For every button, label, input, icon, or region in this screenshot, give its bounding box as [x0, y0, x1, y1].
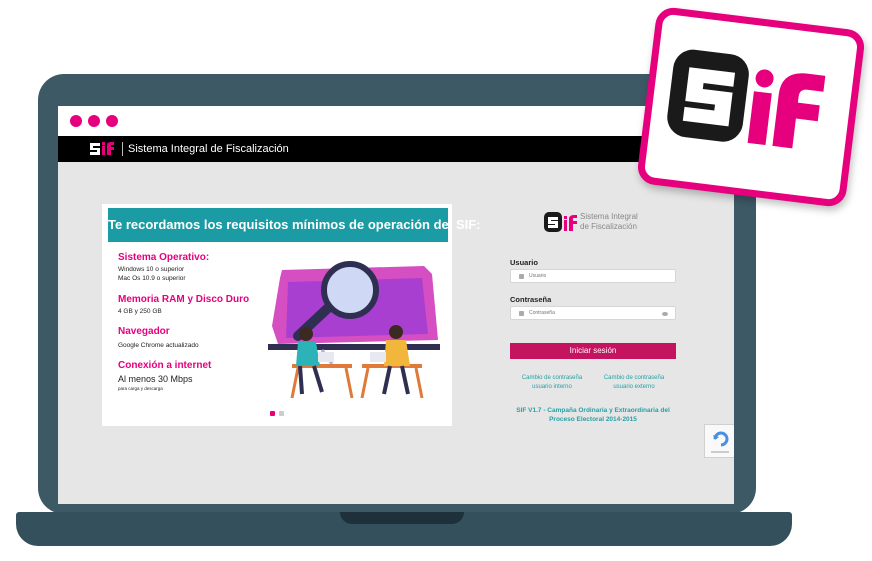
laptop-notch — [340, 512, 464, 524]
os-line-2: Mac Os 10.9 o superior — [118, 275, 186, 282]
internet-note: para carga y descarga — [118, 386, 163, 391]
ram-text: 4 GB y 250 GB — [118, 308, 162, 315]
login-brand-text: Sistema Integral de Fiscalización — [580, 212, 670, 232]
os-heading: Sistema Operativo: — [118, 252, 210, 263]
brand-line-1: Sistema Integral — [580, 212, 638, 221]
user-icon — [519, 274, 524, 279]
internet-heading: Conexión a internet — [118, 360, 212, 371]
window-dot-icon[interactable] — [70, 115, 82, 127]
recaptcha-badge[interactable] — [704, 424, 734, 458]
internet-text: Al menos 30 Mbps — [118, 374, 193, 384]
workstation-illustration — [268, 261, 440, 398]
window-dot-icon[interactable] — [106, 115, 118, 127]
password-input[interactable] — [510, 306, 676, 320]
login-button[interactable]: Iniciar sesión — [510, 343, 676, 359]
app-title: Sistema Integral de Fiscalización — [128, 143, 289, 155]
sif-logo-icon — [667, 49, 826, 149]
requirements-card: Te recordamos los requisitos mínimos de … — [102, 204, 481, 426]
lock-icon — [519, 311, 524, 316]
eye-icon[interactable] — [662, 312, 668, 316]
header-separator — [122, 142, 123, 156]
app-header: Sistema Integral de Fiscalización — [58, 136, 734, 162]
laptop-screen: Sistema Integral de Fiscalización Te rec… — [58, 106, 734, 504]
requirements-banner: Te recordamos los requisitos mínimos de … — [108, 208, 481, 242]
carousel-pager[interactable] — [270, 409, 294, 417]
window-dot-icon[interactable] — [88, 115, 100, 127]
browser-heading: Navegador — [118, 326, 170, 337]
browser-text: Google Chrome actualizado — [118, 342, 199, 349]
browser-chrome — [58, 106, 734, 136]
system-version-footer: SIF V1.7 - Campaña Ordinaria y Extraordi… — [516, 407, 670, 423]
sif-sticker-logo — [635, 5, 867, 209]
carousel-dot[interactable] — [279, 411, 284, 416]
sif-logo-icon — [544, 212, 577, 232]
brand-line-2: de Fiscalización — [580, 222, 637, 231]
recaptcha-icon — [711, 431, 729, 453]
user-label: Usuario — [510, 258, 538, 267]
user-input[interactable] — [510, 269, 676, 283]
password-label: Contraseña — [510, 295, 552, 304]
carousel-dot-active[interactable] — [270, 411, 275, 416]
login-panel: Sistema Integral de Fiscalización Usuari… — [504, 204, 734, 464]
os-line-1: Windows 10 o superior — [118, 266, 185, 273]
password-change-internal-link[interactable]: Cambio de contraseña usuario interno — [514, 374, 590, 392]
password-change-external-link[interactable]: Cambio de contraseña usuario externo — [596, 374, 672, 392]
sif-logo-icon — [90, 142, 114, 155]
ram-heading: Memoria RAM y Disco Duro — [118, 294, 250, 305]
